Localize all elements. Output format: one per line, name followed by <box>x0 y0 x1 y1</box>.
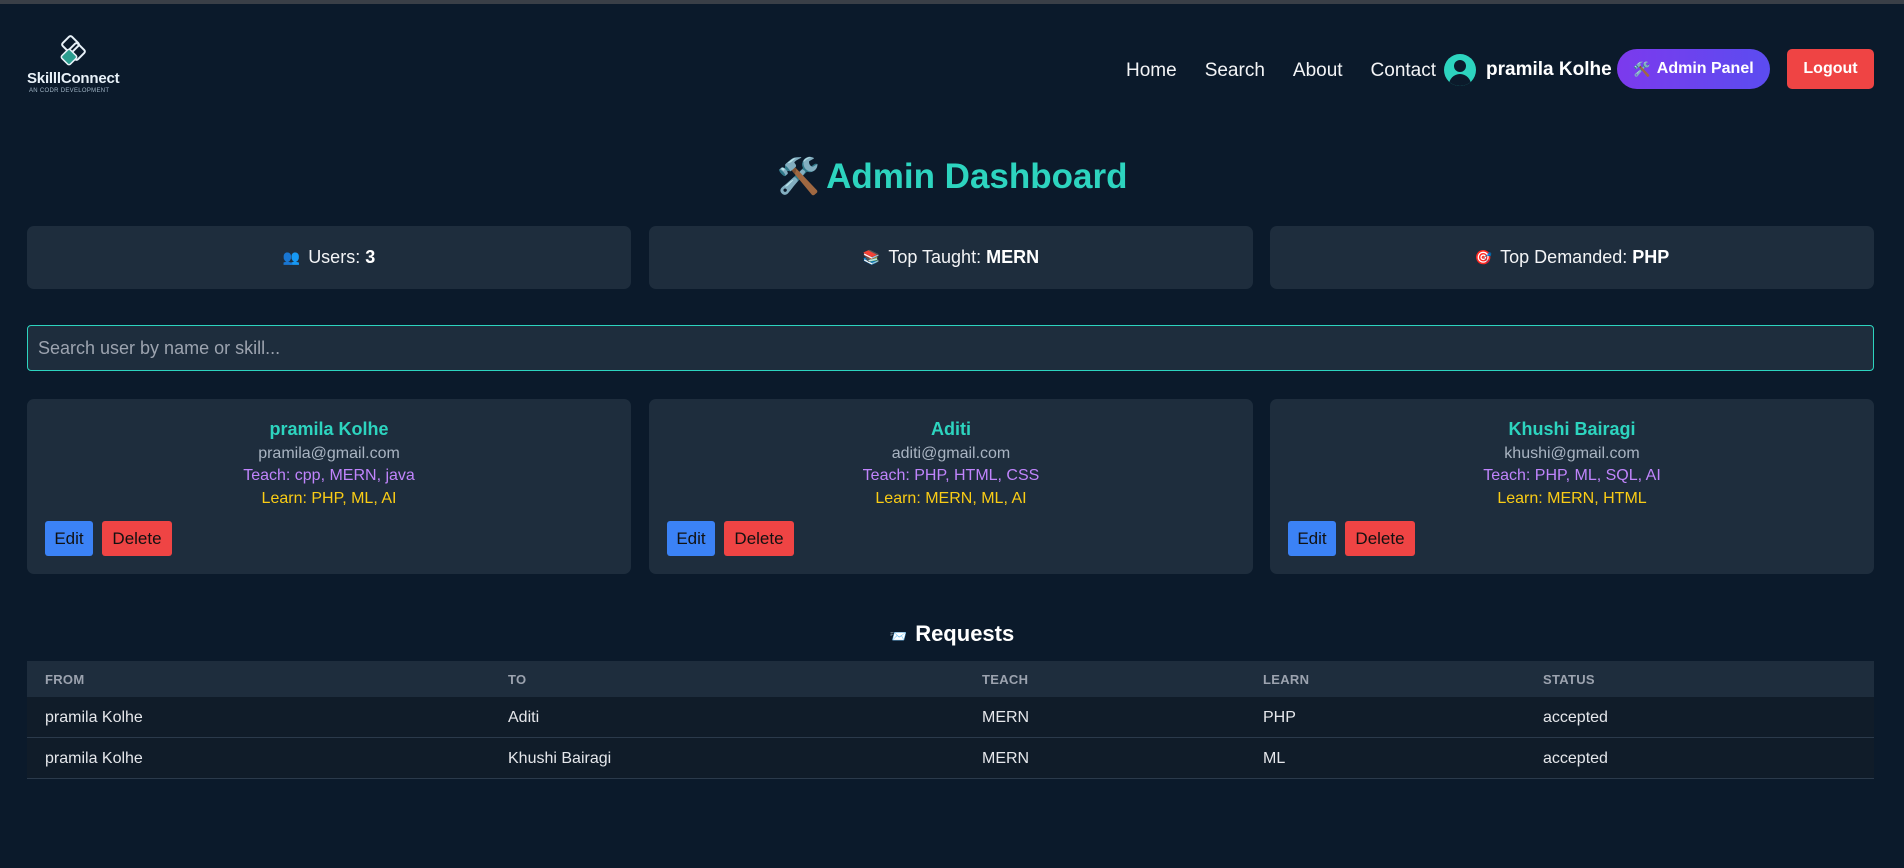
tools-icon: 🛠️ <box>776 157 821 196</box>
tools-icon: 🛠️ <box>1633 60 1651 77</box>
user-card-name: Khushi Bairagi <box>1508 419 1636 439</box>
delete-button[interactable]: Delete <box>102 521 172 556</box>
stat-value: 3 <box>365 247 376 267</box>
user-avatar-icon <box>1444 54 1476 86</box>
user-card-name: Aditi <box>931 419 971 439</box>
user-card: Aditi aditi@gmail.com Teach: PHP, HTML, … <box>649 399 1253 574</box>
search-input[interactable] <box>27 325 1874 371</box>
stat-top-taught: 📚 Top Taught: MERN <box>649 226 1253 289</box>
users-icon: 👥 <box>282 249 301 265</box>
cell-teach: MERN <box>982 750 1030 767</box>
user-card: Khushi Bairagi khushi@gmail.com Teach: P… <box>1270 399 1874 574</box>
table-row: pramila Kolhe Khushi Bairagi MERN ML acc… <box>27 738 1874 779</box>
delete-button[interactable]: Delete <box>724 521 794 556</box>
navbar: SkilllConnect AN CODR DEVELOPMENT Home S… <box>0 4 1904 132</box>
stat-label: Top Demanded: <box>1500 247 1628 267</box>
cell-learn: PHP <box>1263 709 1296 726</box>
delete-button[interactable]: Delete <box>1345 521 1415 556</box>
cell-teach: MERN <box>982 709 1030 726</box>
user-card-teach: Teach: cpp, MERN, java <box>243 467 415 484</box>
user-card-learn: Learn: MERN, ML, AI <box>875 490 1027 507</box>
user-card-teach: Teach: PHP, HTML, CSS <box>862 467 1040 484</box>
user-card-email: khushi@gmail.com <box>1504 445 1640 462</box>
user-profile[interactable]: pramila Kolhe <box>1444 52 1612 88</box>
brand-name: SkilllConnect <box>27 70 120 87</box>
admin-panel-label: Admin Panel <box>1656 60 1754 77</box>
logout-button[interactable]: Logout <box>1787 49 1874 89</box>
edit-button[interactable]: Edit <box>45 521 93 556</box>
page-title-text: Admin Dashboard <box>826 157 1128 196</box>
target-icon: 🎯 <box>1474 249 1493 265</box>
edit-button[interactable]: Edit <box>1288 521 1336 556</box>
admin-panel-button[interactable]: 🛠️ Admin Panel <box>1617 49 1770 89</box>
user-card-email: aditi@gmail.com <box>891 445 1011 462</box>
stat-label: Users: <box>308 247 361 267</box>
column-header-from: FROM <box>45 672 85 687</box>
column-header-status: STATUS <box>1543 672 1595 687</box>
cell-status: accepted <box>1543 750 1608 767</box>
brand-tagline: AN CODR DEVELOPMENT <box>29 88 110 94</box>
requests-title: 📨 Requests <box>0 621 1904 647</box>
nav-links: Home Search About Contact <box>1126 56 1464 86</box>
user-card-learn: Learn: MERN, HTML <box>1497 490 1647 507</box>
column-header-to: TO <box>508 672 527 687</box>
cell-from: pramila Kolhe <box>45 750 143 767</box>
requests-table: FROM TO TEACH LEARN STATUS pramila Kolhe… <box>27 661 1874 779</box>
user-card-name: pramila Kolhe <box>269 419 389 439</box>
requests-title-text: Requests <box>915 621 1015 646</box>
nav-contact[interactable]: Contact <box>1371 60 1436 82</box>
user-card-teach: Teach: PHP, ML, SQL, AI <box>1483 467 1661 484</box>
logo-diamond-icon <box>60 35 86 66</box>
stat-value: PHP <box>1632 247 1670 267</box>
table-row: pramila Kolhe Aditi MERN PHP accepted <box>27 697 1874 738</box>
user-card: pramila Kolhe pramila@gmail.com Teach: c… <box>27 399 631 574</box>
cell-from: pramila Kolhe <box>45 709 143 726</box>
user-card-email: pramila@gmail.com <box>258 445 400 462</box>
stat-value: MERN <box>986 247 1040 267</box>
envelope-icon: 📨 <box>889 628 908 644</box>
books-icon: 📚 <box>862 249 881 265</box>
brand-logo[interactable]: SkilllConnect AN CODR DEVELOPMENT <box>27 34 127 96</box>
user-card-learn: Learn: PHP, ML, AI <box>261 490 397 507</box>
cell-learn: ML <box>1263 750 1286 767</box>
stat-top-demanded: 🎯 Top Demanded: PHP <box>1270 226 1874 289</box>
nav-home[interactable]: Home <box>1126 60 1177 82</box>
nav-about[interactable]: About <box>1293 60 1343 82</box>
cell-to: Khushi Bairagi <box>508 750 612 767</box>
nav-search[interactable]: Search <box>1205 60 1265 82</box>
edit-button[interactable]: Edit <box>667 521 715 556</box>
user-name: pramila Kolhe <box>1486 59 1612 80</box>
table-header: FROM TO TEACH LEARN STATUS <box>27 661 1874 697</box>
page-title: 🛠️ Admin Dashboard <box>0 156 1904 197</box>
column-header-learn: LEARN <box>1263 672 1310 687</box>
cell-status: accepted <box>1543 709 1608 726</box>
stat-users: 👥 Users: 3 <box>27 226 631 289</box>
stat-label: Top Taught: <box>888 247 982 267</box>
cell-to: Aditi <box>508 709 540 726</box>
column-header-teach: TEACH <box>982 672 1029 687</box>
